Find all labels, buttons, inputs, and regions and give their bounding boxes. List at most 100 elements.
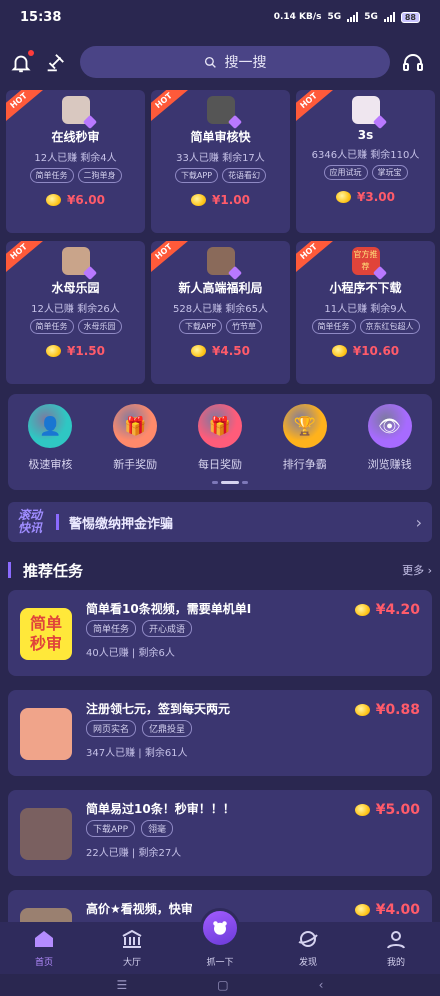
task-title: 在线秒审: [51, 130, 100, 144]
task-avatar: [61, 96, 97, 130]
quick-action[interactable]: 👁 浏览赚钱: [350, 404, 430, 472]
task-tag: 水母乐园: [77, 319, 122, 334]
task-reward: ¥1.50: [46, 344, 105, 358]
profile-tab-icon: [387, 931, 405, 949]
hot-badge: HOT: [6, 90, 46, 126]
task-price: ¥3.00: [357, 190, 395, 204]
task-reward: ¥10.60: [331, 344, 399, 358]
quick-action[interactable]: 👤 极速审核: [10, 404, 90, 472]
gavel-icon: [47, 54, 64, 72]
tab-discover[interactable]: 发现: [273, 927, 343, 968]
hot-badge: HOT: [6, 241, 46, 277]
task-thumbnail: [20, 708, 72, 760]
task-price: ¥4.50: [212, 344, 250, 358]
task-tag: 开心成语: [142, 620, 193, 637]
task-title: 注册领七元，签到每天两元: [86, 702, 231, 716]
task-tags: 下载APP 花语看幻: [174, 168, 267, 183]
tab-hall[interactable]: 大厅: [97, 927, 167, 968]
task-price: ¥1.50: [67, 344, 105, 358]
more-label: 更多: [402, 564, 425, 577]
quick-action[interactable]: 🎁 新手奖励: [95, 404, 175, 472]
task-thumbnail: [20, 808, 72, 860]
task-tags: 简单任务 京东红包超人: [311, 319, 420, 334]
vip-badge-icon: [82, 265, 97, 281]
task-stats: 6346人已赚 剩余110人: [311, 150, 420, 161]
task-reward: ¥3.00: [336, 190, 395, 204]
tab-profile[interactable]: 我的: [361, 927, 431, 968]
section-title: 推荐任务: [23, 561, 84, 580]
task-reward: ¥1.00: [191, 193, 250, 207]
vip-badge-icon: [372, 114, 387, 130]
quick-action-label: 极速审核: [28, 458, 73, 471]
recommended-task[interactable]: 注册领七元，签到每天两元 网页实名 亿鼎投呈 347人已赚 | 剩余61人 ¥0.…: [8, 690, 432, 776]
news-ticker[interactable]: 滚动 快讯 警惕缴纳押金诈骗 ›: [8, 502, 432, 542]
customer-service-button[interactable]: [398, 48, 428, 78]
quick-action-icon: 🏆: [282, 404, 327, 448]
task-card[interactable]: HOT 3s 6346人已赚 剩余110人 应用试玩 掌玩宝 ¥3.00: [296, 90, 435, 233]
notification-dot: [28, 50, 34, 56]
tab-home[interactable]: 首页: [9, 927, 79, 968]
task-card[interactable]: HOT 新人高端福利局 528人已赚 剩余65人 下载APP 竹节草 ¥4.50: [151, 241, 290, 384]
task-title: 新人高端福利局: [178, 281, 263, 295]
task-grid: HOT 在线秒审 12人已赚 剩余4人 简单任务 二狗单身 ¥6.00 HOT 简…: [6, 90, 435, 384]
task-card[interactable]: HOT 水母乐园 12人已赚 剩余26人 简单任务 水母乐园 ¥1.50: [6, 241, 145, 384]
quick-action-icon: 👁: [367, 404, 412, 448]
task-stats: 33人已赚 剩余17人: [176, 153, 265, 164]
status-indicators: 0.14 KB/s 5G 5G 88: [273, 11, 420, 23]
headset-icon: [403, 54, 423, 71]
task-thumbnail: 简单 秒审: [20, 608, 72, 660]
task-stats: 11人已赚 剩余9人: [324, 304, 407, 315]
task-tags: 网页实名 亿鼎投呈: [86, 720, 193, 737]
task-avatar: [206, 247, 242, 281]
recommended-task[interactable]: 简单易过10条！秒审！！！ 下载APP 翎毫 22人已赚 | 剩余27人 ¥5.0…: [8, 790, 432, 876]
hot-badge: HOT: [151, 241, 191, 277]
task-reward: ¥4.20: [354, 602, 420, 618]
more-link[interactable]: 更多 ›: [402, 562, 432, 578]
auction-button[interactable]: [40, 48, 70, 78]
task-tag: 网页实名: [86, 720, 137, 737]
quick-action[interactable]: 🎁 每日奖励: [180, 404, 260, 472]
quick-action-label: 新手奖励: [113, 458, 158, 471]
network-speed: 0.14 KB/s: [273, 12, 322, 22]
quick-action-label: 每日奖励: [197, 458, 242, 471]
task-price: ¥5.00: [375, 802, 420, 818]
coin-icon: [46, 194, 62, 206]
hot-badge: HOT: [296, 241, 336, 277]
quick-action[interactable]: 🏆 排行争霸: [265, 404, 345, 472]
grab-button[interactable]: [200, 908, 240, 948]
news-text: 警惕缴纳押金诈骗: [69, 516, 174, 532]
coin-icon: [331, 345, 347, 357]
task-tags: 简单任务 水母乐园: [29, 319, 122, 334]
network-type-1: 5G: [327, 12, 342, 22]
grab-icon: [213, 921, 227, 935]
task-stats: 22人已赚 | 剩余27人: [86, 848, 182, 859]
system-nav-bar: ☰ ▢ ‹: [0, 974, 440, 996]
menu-icon[interactable]: ☰: [117, 978, 128, 992]
task-tag: 京东红包超人: [359, 319, 420, 334]
task-price: ¥4.20: [375, 602, 420, 618]
home-icon[interactable]: ▢: [217, 978, 228, 992]
vip-badge-icon: [227, 114, 242, 130]
quick-action-icon: 🎁: [113, 404, 158, 448]
task-avatar: 官方推荐: [351, 247, 387, 281]
bell-button[interactable]: [6, 48, 36, 78]
task-price: ¥1.00: [212, 193, 250, 207]
task-reward: ¥6.00: [46, 193, 105, 207]
task-card[interactable]: HOT 官方推荐 小程序不下载 11人已赚 剩余9人 简单任务 京东红包超人 ¥1…: [296, 241, 435, 384]
task-card[interactable]: HOT 在线秒审 12人已赚 剩余4人 简单任务 二狗单身 ¥6.00: [6, 90, 145, 233]
recommended-task[interactable]: 简单 秒审 简单看10条视频，需要单机单I 简单任务 开心成语 40人已赚 | 剩…: [8, 590, 432, 676]
task-card[interactable]: HOT 简单审核快 33人已赚 剩余17人 下载APP 花语看幻 ¥1.00: [151, 90, 290, 233]
task-tags: 应用试玩 掌玩宝: [323, 165, 408, 180]
search-bar[interactable]: 搜一搜: [80, 46, 390, 78]
status-time: 15:38: [20, 9, 62, 25]
quick-action-label: 浏览赚钱: [367, 458, 412, 471]
hot-badge: HOT: [151, 90, 191, 126]
task-tags: 下载APP 翎毫: [86, 820, 174, 837]
home-tab-icon: [35, 931, 53, 947]
task-tag: 简单任务: [311, 319, 356, 334]
back-icon[interactable]: ‹: [319, 978, 324, 992]
hot-badge: HOT: [296, 90, 336, 126]
coin-icon: [354, 604, 370, 616]
task-stats: 347人已赚 | 剩余61人: [86, 748, 188, 759]
search-label: 搜一搜: [224, 55, 267, 71]
